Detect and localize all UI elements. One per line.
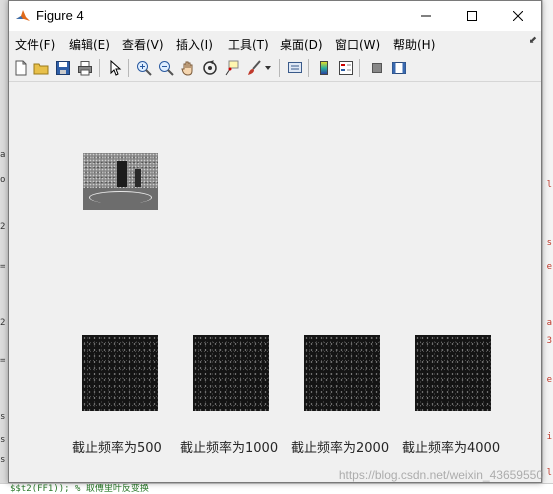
bg-fragment: s — [546, 238, 552, 248]
save-icon — [56, 61, 70, 75]
maximize-button[interactable] — [449, 1, 495, 31]
photo-figure — [135, 169, 141, 187]
bg-fragment: l — [546, 468, 552, 478]
rotate-3d-icon — [203, 60, 217, 75]
edit-plot-pointer-icon — [110, 60, 122, 76]
insert-legend-button[interactable] — [337, 59, 355, 77]
filtered-image-subplot-4000[interactable] — [415, 335, 491, 411]
subplot-caption-1000: 截止频率为1000 — [180, 441, 279, 456]
print-button[interactable] — [76, 59, 94, 77]
hide-plot-tools-button[interactable] — [368, 59, 386, 77]
minimize-button[interactable] — [403, 1, 449, 31]
bg-fragment: i — [546, 432, 552, 442]
brush-dropdown[interactable] — [263, 59, 273, 77]
zoom-in-button[interactable] — [135, 59, 153, 77]
toolbar-separator — [308, 59, 309, 77]
edit-plot-button[interactable] — [106, 59, 124, 77]
figure-canvas[interactable] — [9, 82, 541, 482]
toolbar-separator — [128, 59, 129, 77]
link-plot-button[interactable] — [286, 59, 304, 77]
bg-fragment: = — [0, 356, 6, 366]
pan-button[interactable] — [179, 59, 197, 77]
menu-view[interactable]: 查看(V) — [122, 36, 164, 53]
bg-fragment: e — [546, 375, 552, 385]
show-plot-tools-icon — [392, 62, 406, 74]
colorbar-icon — [320, 61, 328, 75]
bg-fragment: 3 — [546, 336, 552, 346]
photo-court-line — [89, 191, 152, 204]
menu-help[interactable]: 帮助(H) — [393, 36, 435, 53]
toolbar-separator — [359, 59, 360, 77]
link-plot-icon — [288, 62, 302, 73]
subplot-caption-2000: 截止频率为2000 — [291, 441, 390, 456]
zoom-in-icon — [137, 61, 152, 76]
figure-toolbar — [9, 55, 541, 82]
title-bar[interactable]: Figure 4 — [9, 1, 541, 31]
save-button[interactable] — [54, 59, 72, 77]
bg-fragment: a — [546, 318, 552, 328]
bg-fragment: s — [0, 455, 6, 465]
bg-fragment: 2 — [0, 318, 6, 328]
original-image-subplot[interactable] — [83, 153, 158, 210]
brush-button[interactable] — [245, 59, 263, 77]
filtered-image-subplot-1000[interactable] — [193, 335, 269, 411]
toolbar-separator — [279, 59, 280, 77]
background-window-right: l s e a 3 e i l — [542, 0, 553, 494]
menu-tools[interactable]: 工具(T) — [228, 36, 269, 53]
dock-arrow-icon[interactable]: ⬋ — [529, 35, 537, 46]
open-file-icon — [33, 63, 49, 75]
bg-fragment: e — [546, 262, 552, 272]
subplot-caption-4000: 截止频率为4000 — [402, 441, 501, 456]
new-figure-icon — [15, 60, 27, 76]
bg-fragment: = — [0, 262, 6, 272]
menu-window[interactable]: 窗口(W) — [335, 36, 380, 53]
new-figure-button[interactable] — [12, 59, 30, 77]
rotate-3d-button[interactable] — [201, 59, 219, 77]
background-code-line: $$t2(FF1)); % 取傅里叶反变换 — [0, 483, 553, 494]
menu-bar: 文件(F) 编辑(E) 查看(V) 插入(I) 工具(T) 桌面(D) 窗口(W… — [9, 31, 541, 55]
bg-fragment: s — [0, 412, 6, 422]
brush-icon — [248, 60, 261, 75]
legend-icon — [339, 61, 353, 75]
menu-file[interactable]: 文件(F) — [15, 36, 55, 53]
pan-hand-icon — [181, 61, 193, 76]
background-window-left: a o 2 = 2 = s s s — [0, 0, 8, 494]
menu-desktop[interactable]: 桌面(D) — [280, 36, 323, 53]
close-button[interactable] — [495, 1, 541, 31]
bg-fragment: s — [0, 435, 6, 445]
matlab-logo-icon — [16, 10, 30, 21]
subplot-caption-500: 截止频率为500 — [72, 441, 162, 456]
bg-fragment: a — [0, 150, 6, 160]
filtered-image-subplot-2000[interactable] — [304, 335, 380, 411]
maximize-icon — [467, 11, 477, 21]
data-cursor-button[interactable] — [223, 59, 241, 77]
close-icon — [513, 11, 523, 21]
toolbar-separator — [99, 59, 100, 77]
hide-plot-tools-icon — [372, 63, 382, 73]
zoom-out-icon — [159, 61, 174, 76]
bg-fragment: o — [0, 175, 6, 185]
watermark-text: https://blog.csdn.net/weixin_43659550 — [338, 468, 543, 482]
filtered-image-subplot-500[interactable] — [82, 335, 158, 411]
minimize-icon — [421, 15, 431, 17]
window-title: Figure 4 — [36, 8, 84, 23]
print-icon — [78, 61, 92, 76]
bg-fragment: 2 — [0, 222, 6, 232]
chevron-down-icon — [265, 66, 271, 70]
menu-edit[interactable]: 编辑(E) — [69, 36, 110, 53]
menu-insert[interactable]: 插入(I) — [176, 36, 213, 53]
show-plot-tools-button[interactable] — [390, 59, 408, 77]
zoom-out-button[interactable] — [157, 59, 175, 77]
data-cursor-icon — [225, 60, 239, 76]
photo-figure — [117, 161, 127, 187]
insert-colorbar-button[interactable] — [315, 59, 333, 77]
open-file-button[interactable] — [32, 59, 50, 77]
bg-fragment: l — [546, 180, 552, 190]
